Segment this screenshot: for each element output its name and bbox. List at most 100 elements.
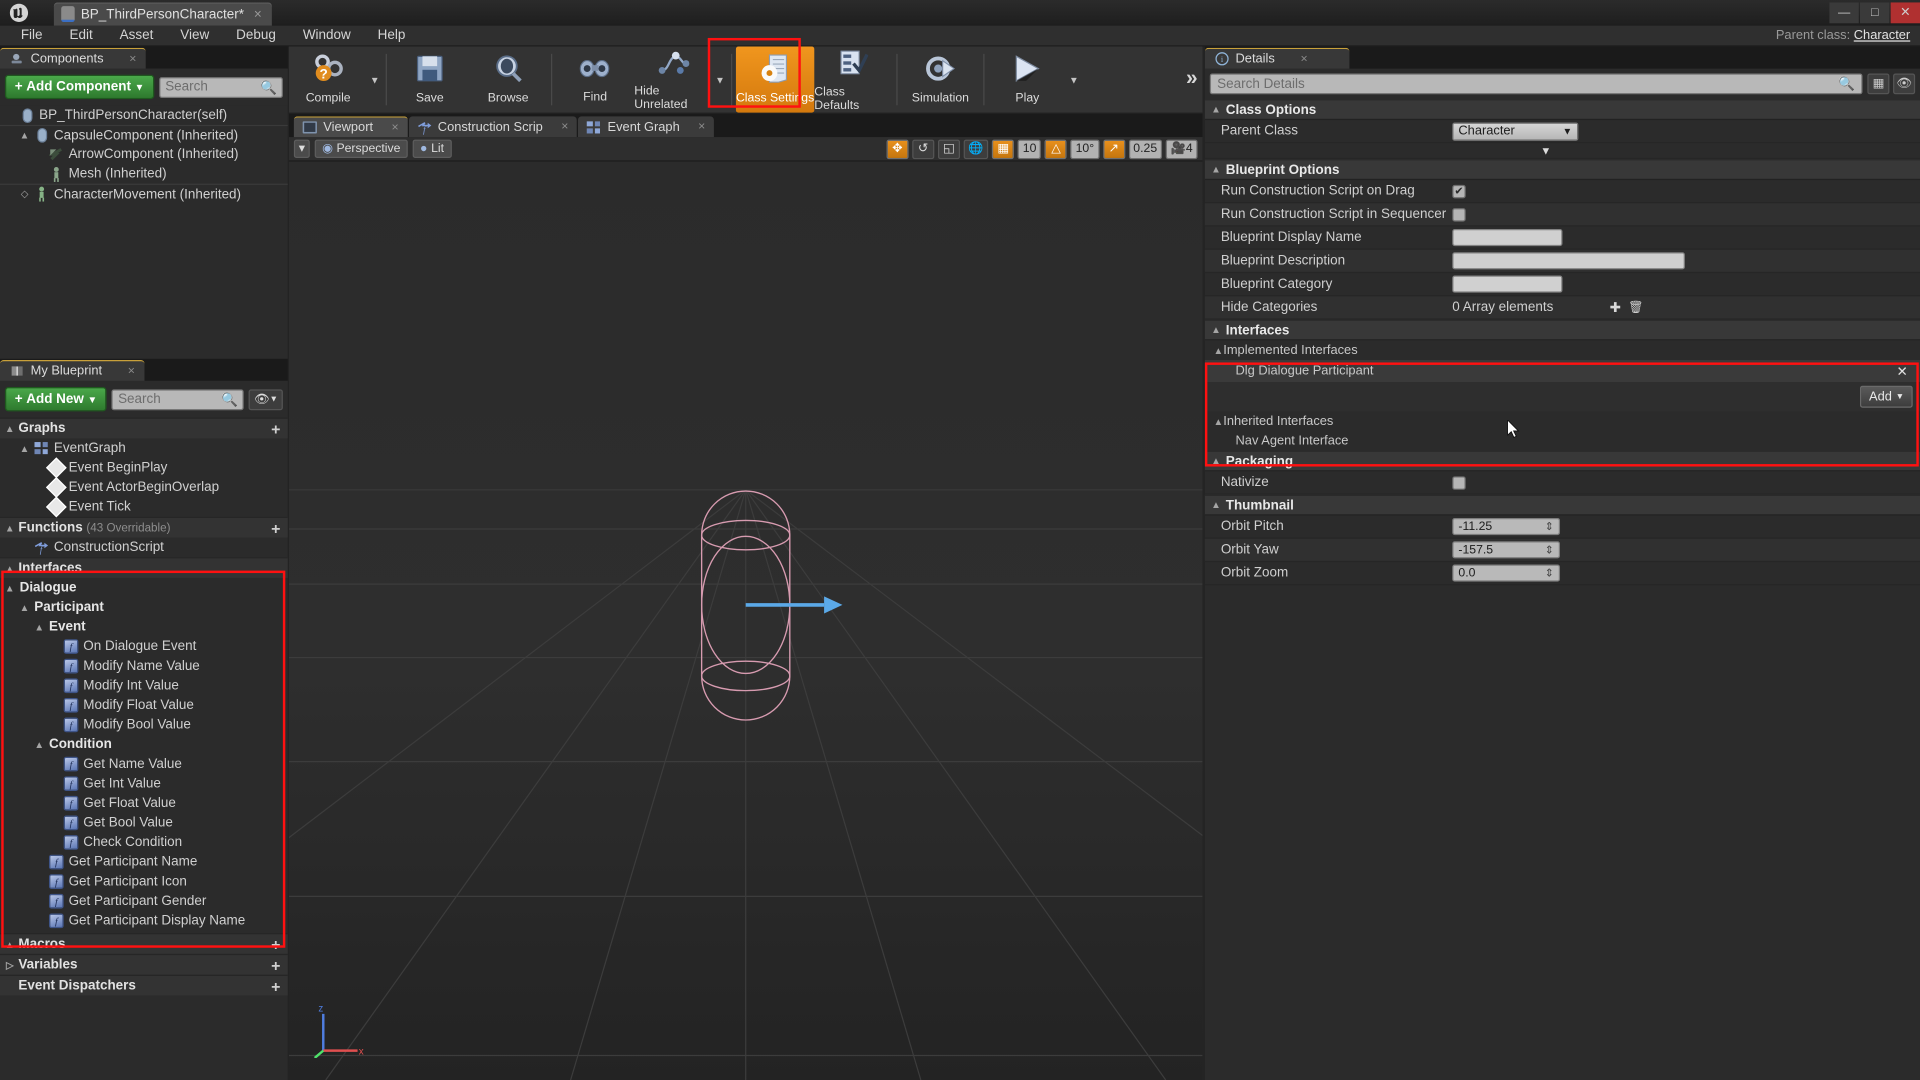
graph-tree-row[interactable]: ▸ Event ActorBeginOverlap <box>0 476 288 498</box>
graph-tree-row[interactable]: ▸ Event Tick <box>0 496 288 518</box>
close-myblueprint-tab-icon[interactable]: × <box>128 364 135 377</box>
details-category-packaging[interactable]: ▲ Packaging <box>1204 450 1920 472</box>
close-details-tab-icon[interactable]: × <box>1301 52 1308 65</box>
transform-scale-button[interactable]: ◱ <box>937 138 960 159</box>
menu-edit[interactable]: Edit <box>56 25 106 46</box>
menu-view[interactable]: View <box>167 25 223 46</box>
section-graphs[interactable]: ▲ Graphs + <box>0 417 288 439</box>
toolbar-button-save[interactable]: Save <box>391 47 469 113</box>
minimize-button[interactable]: — <box>1829 2 1859 24</box>
add-event-dispatcher-button[interactable]: + <box>271 977 280 995</box>
parent-class-dropdown[interactable]: Character ▼ <box>1452 121 1579 141</box>
remove-interface-icon[interactable]: ✕ <box>1896 363 1907 379</box>
menu-file[interactable]: File <box>7 25 56 46</box>
graph-tree-row[interactable]: ▸ Event BeginPlay <box>0 457 288 479</box>
spinner-icon[interactable]: ⇕ <box>1545 566 1554 579</box>
transform-move-button[interactable]: ✥ <box>886 138 909 159</box>
details-category-interfaces[interactable]: ▲ Interfaces <box>1204 319 1920 341</box>
details-search-input[interactable]: Search Details 🔍 <box>1209 73 1863 95</box>
toolbar-button-class-defaults[interactable]: Class Defaults <box>814 47 892 113</box>
viewport-tab-viewport[interactable]: Viewport × <box>293 116 408 138</box>
viewport-tab-event-graph[interactable]: Event Graph × <box>578 116 714 138</box>
interface-tree-row[interactable]: ▲ Event <box>0 617 288 637</box>
interface-tree-row[interactable]: ▸ fModify Float Value <box>0 696 288 716</box>
scale-snap-toggle[interactable]: ↗ <box>1102 138 1125 159</box>
component-tree-row[interactable]: ▸ Mesh (Inherited) <box>0 164 288 184</box>
rotation-snap-value[interactable]: 10° <box>1070 138 1100 159</box>
column-layout-button[interactable]: ▦ <box>1867 73 1890 95</box>
chevron-down-icon[interactable]: ▲ <box>20 602 30 613</box>
section-variables[interactable]: ▷ Variables + <box>0 953 288 975</box>
input-orbit-zoom[interactable]: 0.0 ⇕ <box>1452 564 1561 582</box>
interface-tree-row[interactable]: ▸ fGet Bool Value <box>0 813 288 833</box>
chevron-down-icon[interactable]: ▼ <box>367 47 382 113</box>
interface-tree-row[interactable]: ▸ f Get Participant Icon <box>0 872 288 892</box>
interface-tree-row[interactable]: ▸ fGet Participant Display Name <box>0 911 288 931</box>
add-function-button[interactable]: + <box>271 519 280 537</box>
tab-my-blueprint[interactable]: My Blueprint × <box>0 360 145 381</box>
component-tree-row[interactable]: ▲ CapsuleComponent (Inherited) <box>0 124 288 145</box>
interface-tree-row[interactable]: ▸ f On Dialogue Event <box>0 637 288 657</box>
graph-tree-row[interactable]: ▲ EventGraph <box>0 438 288 458</box>
interface-tree-row[interactable]: ▲ Participant <box>0 598 288 618</box>
toolbar-button-simulation[interactable]: Simulation <box>901 47 979 113</box>
interface-tree-row[interactable]: ▸ fModify Name Value <box>0 656 288 676</box>
interface-tree-row[interactable]: ▸ fModify Int Value <box>0 676 288 696</box>
input-orbit-yaw[interactable]: -157.5 ⇕ <box>1452 541 1561 559</box>
chevron-down-icon[interactable]: ▼ <box>1067 47 1082 113</box>
input-blueprint-description[interactable] <box>1452 252 1685 270</box>
component-tree-row[interactable]: ▸ ArrowComponent (Inherited) <box>0 144 288 164</box>
section-functions[interactable]: ▲ Functions (43 Overridable) + <box>0 516 288 538</box>
viewport-3d[interactable]: z x <box>288 161 1203 1080</box>
chevron-down-icon[interactable]: ▲ <box>20 130 30 141</box>
interface-tree-row[interactable]: ▸ f Check Condition <box>0 833 288 853</box>
interface-tree-row[interactable]: ▸ fModify Bool Value <box>0 715 288 735</box>
close-tab-icon[interactable]: × <box>561 120 568 133</box>
add-component-button[interactable]: + Add Component ▼ <box>4 74 155 100</box>
interface-tree-row[interactable]: ▲ Condition <box>0 735 288 755</box>
details-category-blueprint-options[interactable]: ▲ Blueprint Options <box>1204 159 1920 181</box>
parent-class-link[interactable]: Character <box>1854 28 1910 43</box>
interface-tree-row[interactable]: ▸ fGet Participant Gender <box>0 891 288 911</box>
component-tree-row[interactable]: ▸ BP_ThirdPersonCharacter(self) <box>0 105 288 125</box>
toolbar-button-class-settings[interactable]: Class Settings <box>735 46 815 113</box>
menu-help[interactable]: Help <box>364 25 419 46</box>
chevron-down-icon[interactable]: ▲ <box>34 621 44 632</box>
chevron-down-icon[interactable]: ▲ <box>34 739 44 750</box>
details-category-thumbnail[interactable]: ▲ Thumbnail <box>1204 494 1920 516</box>
components-search-input[interactable]: Search 🔍 <box>159 76 283 98</box>
chevron-down-icon[interactable]: ▼ <box>1540 144 1551 156</box>
maximize-button[interactable]: □ <box>1860 2 1890 24</box>
rotation-snap-toggle[interactable]: △ <box>1044 138 1068 159</box>
input-blueprint-display-name[interactable] <box>1452 228 1563 247</box>
grid-snap-value[interactable]: 10 <box>1017 138 1042 159</box>
lighting-mode-button[interactable]: ● Lit <box>412 139 452 158</box>
add-new-button[interactable]: + Add New ▼ <box>4 386 108 412</box>
section-interfaces[interactable]: ▲ Interfaces <box>0 557 288 578</box>
input-orbit-pitch[interactable]: -11.25 ⇕ <box>1452 517 1561 536</box>
close-components-tab-icon[interactable]: × <box>129 52 136 65</box>
visibility-filter-button[interactable]: 👁 <box>1893 73 1916 95</box>
input-blueprint-category[interactable] <box>1452 275 1563 293</box>
add-array-element-button[interactable]: ✚ <box>1610 299 1621 316</box>
close-tab-icon[interactable]: × <box>391 121 398 134</box>
spinner-icon[interactable]: ⇕ <box>1545 520 1554 533</box>
interface-tree-row[interactable]: ▸ fGet Participant Name <box>0 852 288 872</box>
details-category-class-options[interactable]: ▲ Class Options <box>1204 99 1920 121</box>
toolbar-overflow-button[interactable]: » <box>1186 66 1198 90</box>
interface-tree-row[interactable]: ▸ fGet Float Value <box>0 793 288 813</box>
function-tree-row[interactable]: ▸ f ConstructionScript <box>0 538 288 558</box>
grid-snap-toggle[interactable]: ▦ <box>992 138 1015 159</box>
menu-debug[interactable]: Debug <box>223 25 290 46</box>
viewport-tab-construction-scrip[interactable]: f Construction Scrip × <box>408 116 577 138</box>
class-options-expand-row[interactable]: ▼ <box>1204 143 1920 160</box>
toolbar-button-play[interactable]: Play <box>988 47 1066 113</box>
toolbar-button-find[interactable]: Find <box>556 47 634 113</box>
toolbar-button-hide-unrelated[interactable]: Hide Unrelated <box>634 47 712 113</box>
add-graph-button[interactable]: + <box>271 419 280 437</box>
implemented-interfaces-header[interactable]: ▲ Implemented Interfaces <box>1205 340 1920 360</box>
camera-speed-button[interactable]: 🎥 4 <box>1165 138 1198 159</box>
checkbox-run-construction-script-in-sequencer[interactable] <box>1452 207 1466 222</box>
close-window-button[interactable]: ✕ <box>1890 2 1920 24</box>
world-coordinate-button[interactable]: 🌐 <box>963 138 989 159</box>
